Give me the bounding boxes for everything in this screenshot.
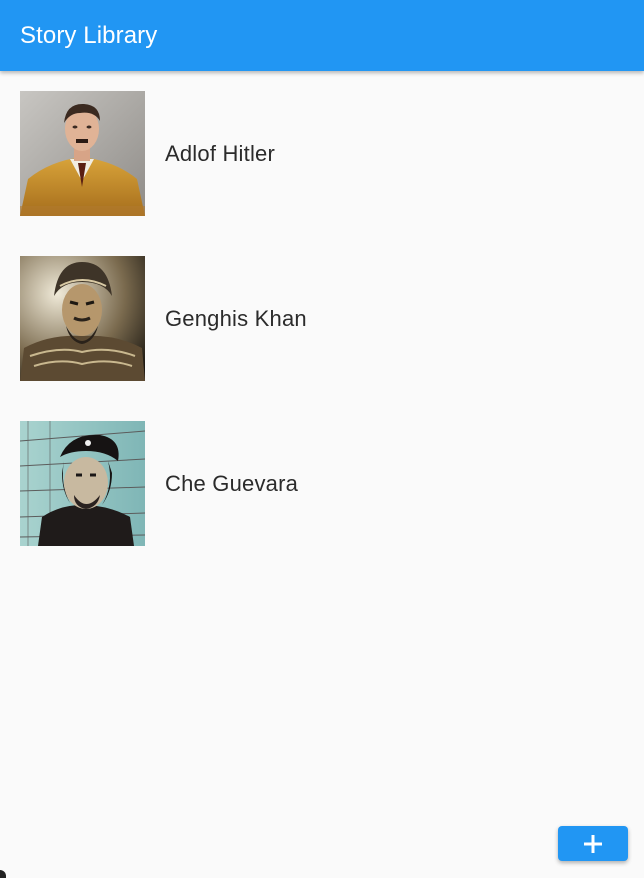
story-list: Adlof Hitler Genghis Khan Che Guevara (0, 91, 644, 586)
story-thumbnail (20, 421, 145, 546)
story-thumbnail (20, 256, 145, 381)
page-title: Story Library (20, 22, 158, 49)
window-corner (0, 870, 6, 878)
story-item[interactable]: Che Guevara (0, 421, 644, 546)
story-item[interactable]: Adlof Hitler (0, 91, 644, 216)
story-name: Genghis Khan (165, 305, 307, 331)
app-root: Story Library Adlof Hitler Genghis Khan … (0, 0, 644, 878)
story-name: Che Guevara (165, 470, 299, 496)
plus-icon (584, 834, 602, 853)
story-name: Adlof Hitler (165, 140, 275, 166)
app-bar: Story Library (0, 0, 644, 71)
story-item[interactable]: Genghis Khan (0, 256, 644, 381)
story-thumbnail (20, 91, 145, 216)
add-story-button[interactable] (558, 826, 628, 861)
